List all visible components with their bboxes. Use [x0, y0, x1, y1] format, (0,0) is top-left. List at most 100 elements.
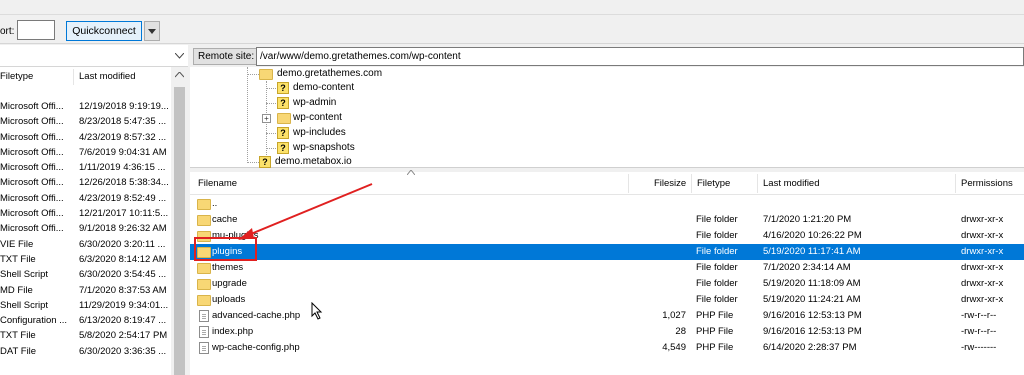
local-last-modified: 11/29/2019 9:34:01...	[79, 299, 169, 311]
list-item[interactable]: MD File 7/1/2020 8:37:53 AM	[0, 283, 170, 298]
local-col-filetype[interactable]: Filetype	[0, 71, 33, 82]
table-row[interactable]: plugins File folder 5/19/2020 11:17:41 AM d…	[190, 244, 1024, 260]
list-item[interactable]: Shell Script 11/29/2019 9:34:01...	[0, 298, 170, 313]
cell-type: PHP File	[696, 310, 734, 321]
port-input[interactable]	[17, 20, 55, 40]
unknown-folder-icon: ?	[277, 97, 289, 109]
local-path-combobox[interactable]	[0, 45, 188, 67]
local-filetype: MD File	[0, 284, 33, 296]
list-item[interactable]: Microsoft Offi... 8/23/2018 5:47:35 ...	[0, 114, 170, 129]
list-item[interactable]: Microsoft Offi... 1/11/2019 4:36:15 ...	[0, 160, 170, 175]
local-filetype: Microsoft Offi...	[0, 101, 64, 112]
expand-icon[interactable]: +	[262, 114, 271, 123]
list-item[interactable]: Microsoft Offi... 4/23/2019 8:52:49 ...	[0, 191, 170, 206]
table-row[interactable]: themes File folder 7/1/2020 2:34:14 AM drwx…	[190, 260, 1024, 276]
quickconnect-dropdown-button[interactable]	[144, 21, 160, 41]
cell-name: ..	[212, 198, 218, 209]
table-row[interactable]: upgrade File folder 5/19/2020 11:18:09 AM d…	[190, 276, 1024, 292]
tree-item-label: wp-admin	[293, 97, 337, 108]
scroll-up-icon[interactable]	[175, 72, 184, 78]
local-filetype: TXT File	[0, 330, 36, 342]
toolbar-divider	[0, 14, 1024, 15]
cell-type: PHP File	[696, 326, 734, 337]
local-last-modified: 8/23/2018 5:47:35 ...	[79, 116, 167, 128]
table-row[interactable]: wp-cache-config.php 4,549 PHP File 6/14/202…	[190, 340, 1024, 356]
unknown-folder-icon: ?	[277, 142, 289, 154]
folder-icon	[259, 69, 273, 80]
file-icon	[199, 310, 209, 322]
tree-line	[247, 74, 259, 75]
col-last-modified[interactable]: Last modified	[763, 178, 820, 189]
chevron-down-icon	[175, 53, 184, 59]
unknown-folder-icon: ?	[277, 127, 289, 139]
col-filetype[interactable]: Filetype	[697, 178, 730, 189]
local-col-last-modified[interactable]: Last modified	[79, 71, 136, 82]
cell-perm: drwxr-xr-x	[961, 278, 1004, 289]
column-separator	[73, 69, 74, 85]
tree-item-label: demo.gretathemes.com	[277, 68, 383, 79]
cell-modified: 4/16/2020 10:26:22 PM	[763, 230, 862, 241]
unknown-folder-icon: ?	[259, 156, 271, 168]
list-item[interactable]: Microsoft Offi... 9/1/2018 9:26:32 AM	[0, 221, 170, 236]
list-item[interactable]: VIE File 6/30/2020 3:20:11 ...	[0, 237, 170, 252]
local-scrollbar[interactable]	[171, 67, 188, 375]
cell-type: File folder	[696, 246, 738, 257]
tree-item-label: wp-includes	[293, 127, 346, 138]
folder-icon	[197, 215, 211, 226]
local-filetype: DAT File	[0, 345, 37, 357]
toolbar: ort: Quickconnect	[0, 0, 1024, 44]
local-last-modified: 7/1/2020 8:37:53 AM	[79, 284, 167, 296]
cell-name: wp-cache-config.php	[212, 342, 300, 353]
cell-perm: drwxr-xr-x	[961, 262, 1004, 273]
column-separator	[757, 174, 758, 193]
cell-perm: drwxr-xr-x	[961, 230, 1004, 241]
local-last-modified: 6/30/2020 3:20:11 ...	[79, 238, 166, 250]
cell-name: advanced-cache.php	[212, 310, 301, 321]
chevron-down-icon	[148, 29, 156, 34]
list-item[interactable]: DAT File 6/30/2020 3:36:35 ...	[0, 344, 170, 359]
list-item[interactable]: Microsoft Offi... 4/23/2019 8:57:32 ...	[0, 130, 170, 145]
cell-perm: -rw-r--r--	[961, 326, 997, 337]
remote-site-bar: Remote site: /var/www/demo.gretathemes.c…	[190, 45, 1024, 67]
local-filetype: Microsoft Offi...	[0, 162, 64, 174]
cell-size: 1,027	[662, 310, 686, 321]
remote-path-input[interactable]: /var/www/demo.gretathemes.com/wp-content	[256, 47, 1024, 66]
list-item[interactable]: Shell Script 6/30/2020 3:54:45 ...	[0, 267, 170, 282]
local-filetype: Shell Script	[0, 269, 49, 281]
cell-name: index.php	[212, 326, 254, 337]
local-filetype: TXT File	[0, 253, 36, 265]
col-filesize[interactable]: Filesize	[654, 178, 686, 189]
cell-name: upgrade	[212, 278, 247, 289]
quickconnect-button[interactable]: Quickconnect	[66, 21, 142, 41]
list-item[interactable]: TXT File 5/8/2020 2:54:17 PM	[0, 328, 170, 343]
remote-directory-tree: demo.gretathemes.com ? demo-content ? wp…	[190, 67, 1024, 168]
file-icon	[199, 326, 209, 338]
list-item[interactable]: Microsoft Offi... 12/19/2018 9:19:19...	[0, 99, 170, 114]
scrollbar-thumb[interactable]	[174, 87, 185, 375]
folder-icon	[277, 113, 291, 124]
list-item[interactable]: Microsoft Offi... 7/6/2019 9:04:31 AM	[0, 145, 170, 160]
list-item[interactable]: Microsoft Offi... 12/26/2018 5:38:34...	[0, 175, 170, 190]
local-last-modified: 7/6/2019 9:04:31 AM	[79, 146, 167, 158]
local-filetype: Microsoft Offi...	[0, 223, 64, 235]
local-filetype: Shell Script	[0, 299, 49, 311]
column-separator	[628, 174, 629, 193]
list-item[interactable]: Microsoft Offi... 12/21/2017 10:11:5...	[0, 206, 170, 221]
cell-perm: -rw-r--r--	[961, 310, 997, 321]
list-item[interactable]: Configuration ... 6/13/2020 8:19:47 ...	[0, 313, 170, 328]
local-last-modified: 12/21/2017 10:11:5...	[79, 208, 169, 220]
local-last-modified: 12/26/2018 5:38:34...	[79, 177, 169, 189]
cell-modified: 7/1/2020 2:34:14 AM	[763, 262, 851, 273]
cell-type: File folder	[696, 262, 738, 273]
local-last-modified: 12/19/2018 9:19:19...	[79, 101, 169, 112]
column-separator	[955, 174, 956, 193]
local-last-modified: 4/23/2019 8:57:32 ...	[79, 131, 167, 143]
annotation-arrow-icon	[238, 183, 373, 240]
table-row[interactable]: index.php 28 PHP File 9/16/2016 12:53:13 PM…	[190, 324, 1024, 340]
cell-type: File folder	[696, 294, 738, 305]
col-permissions[interactable]: Permissions	[961, 178, 1013, 189]
cell-name: uploads	[212, 294, 246, 305]
list-item[interactable]: TXT File 6/3/2020 8:14:12 AM	[0, 252, 170, 267]
cell-type: File folder	[696, 230, 738, 241]
cell-size: 28	[675, 326, 686, 337]
